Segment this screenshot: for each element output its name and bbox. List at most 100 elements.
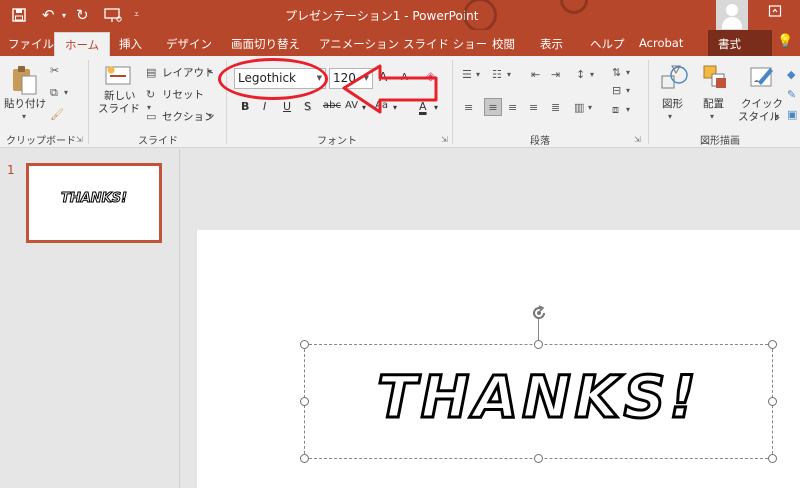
layout-icon[interactable]: ▤ [146,66,156,79]
smartart-icon[interactable]: ⧈ [612,103,619,117]
section-button[interactable]: セクション [162,111,215,123]
shape-outline-icon[interactable]: ✎ [787,88,796,101]
increase-indent-icon[interactable]: ⇥ [551,68,560,81]
quick-styles-label-1[interactable]: クイック [741,98,783,110]
chevron-down-icon[interactable]: ▾ [626,68,630,77]
tab-format[interactable]: 書式 [708,30,772,56]
paste-icon[interactable] [10,64,38,100]
copy-dropdown-icon[interactable]: ▾ [64,88,68,97]
tab-slideshow[interactable]: スライド ショー [403,36,487,52]
distributed-icon[interactable]: ≣ [551,101,560,114]
tab-design[interactable]: デザイン [166,36,212,52]
paste-dropdown-icon[interactable]: ▾ [22,112,26,121]
annotation-ellipse [218,58,328,100]
section-icon[interactable]: ▭ [146,110,156,123]
new-slide-label-1[interactable]: 新しい [104,90,136,102]
align-text-icon[interactable]: ⊟ [612,84,621,97]
numbering-icon[interactable]: ☷ [492,68,502,81]
tab-view[interactable]: 表示 [540,36,563,52]
window-title: プレゼンテーション1 - PowerPoint [285,9,479,23]
quick-styles-label-2[interactable]: スタイル [738,111,780,123]
chevron-down-icon[interactable]: ▾ [588,103,592,112]
text-direction-icon[interactable]: ⇅ [612,66,621,79]
tab-file[interactable]: ファイル [8,36,54,52]
redo-icon[interactable]: ↻ [76,0,89,30]
paragraph-launcher-icon[interactable]: ⇲ [634,135,641,144]
slides-group-label: スライド [138,136,178,147]
line-spacing-icon[interactable]: ↕ [576,68,585,81]
bullets-icon[interactable]: ☰ [462,68,472,81]
tab-help[interactable]: ヘルプ [590,36,625,52]
shapes-icon[interactable] [660,64,690,94]
reset-icon[interactable]: ↻ [146,88,155,101]
slide-title-text[interactable]: THANKS! [304,362,773,433]
resize-handle-right[interactable] [768,397,777,406]
reset-button[interactable]: リセット [162,89,204,101]
clipboard-group-label: クリップボード [6,136,76,147]
customize-qat-icon[interactable]: ⩡ [134,0,139,30]
chevron-down-icon[interactable]: ▾ [590,70,594,79]
user-avatar[interactable] [716,0,748,30]
decorative-circle-icon [560,0,588,14]
shadow-button[interactable]: S [304,100,311,113]
strikethrough-button[interactable]: abc [323,100,341,111]
undo-dropdown-icon[interactable]: ▾ [62,0,66,30]
layout-dropdown-icon[interactable]: ▾ [208,67,212,76]
rotate-handle-icon[interactable] [529,303,549,327]
resize-handle-bottom-left[interactable] [300,454,309,463]
layout-button[interactable]: レイアウト [162,67,215,79]
bold-button[interactable]: B [241,100,249,113]
copy-icon[interactable]: ⧉ [50,86,58,100]
font-launcher-icon[interactable]: ⇲ [441,135,448,144]
tab-review[interactable]: 校閲 [492,36,515,52]
new-slide-label-2[interactable]: スライド [98,103,140,115]
arrange-button[interactable]: 配置 [703,98,724,110]
section-dropdown-icon[interactable]: ▾ [208,111,212,120]
paste-button-label[interactable]: 貼り付け [4,98,46,110]
paragraph-group-label: 段落 [530,136,550,147]
new-slide-icon[interactable] [104,64,132,90]
quick-styles-icon[interactable] [748,64,776,94]
chevron-down-icon[interactable]: ▾ [507,70,511,79]
shape-fill-icon[interactable]: ◆ [787,68,795,81]
justify-icon[interactable]: ≡ [529,101,538,114]
align-right-icon[interactable]: ≡ [508,101,517,114]
shape-effects-icon[interactable]: ▣ [787,108,797,121]
align-center-icon[interactable]: ≡ [484,98,502,116]
start-slideshow-icon[interactable] [104,0,122,30]
shapes-button[interactable]: 図形 [662,98,683,110]
resize-handle-bottom-right[interactable] [768,454,777,463]
resize-handle-bottom[interactable] [534,454,543,463]
annotation-arrow-icon [342,64,438,114]
lightbulb-icon[interactable]: 💡 [777,34,793,49]
underline-button[interactable]: U [283,100,291,113]
ribbon-tabs: ファイル ホーム 挿入 デザイン 画面切り替え アニメーション スライド ショー… [0,30,800,56]
align-left-icon[interactable]: ≡ [464,101,473,114]
resize-handle-left[interactable] [300,397,309,406]
save-icon[interactable] [12,0,26,30]
undo-icon[interactable]: ↶ [42,0,55,30]
tab-acrobat[interactable]: Acrobat [639,36,683,50]
cut-icon[interactable]: ✂ [50,64,59,77]
italic-button[interactable]: I [263,100,266,113]
chevron-down-icon[interactable]: ▾ [710,112,714,121]
decrease-indent-icon[interactable]: ⇤ [531,68,540,81]
chevron-down-icon[interactable]: ▾ [476,70,480,79]
arrange-icon[interactable] [702,64,730,94]
chevron-down-icon[interactable]: ▾ [775,112,779,121]
chevron-down-icon[interactable]: ▾ [626,86,630,95]
resize-handle-top[interactable] [534,340,543,349]
resize-handle-top-right[interactable] [768,340,777,349]
tab-home[interactable]: ホーム [54,32,111,56]
format-painter-icon[interactable]: 🖌 [50,108,64,121]
clipboard-launcher-icon[interactable]: ⇲ [76,135,83,144]
slide-thumbnail[interactable]: THANKS! [26,163,162,243]
ribbon-display-options-icon[interactable] [768,4,782,22]
columns-icon[interactable]: ▥ [574,101,584,114]
resize-handle-top-left[interactable] [300,340,309,349]
tab-transitions[interactable]: 画面切り替え [231,36,300,52]
tab-animations[interactable]: アニメーション [319,36,399,52]
tab-insert[interactable]: 挿入 [119,36,142,52]
chevron-down-icon[interactable]: ▾ [626,105,630,114]
chevron-down-icon[interactable]: ▾ [668,112,672,121]
